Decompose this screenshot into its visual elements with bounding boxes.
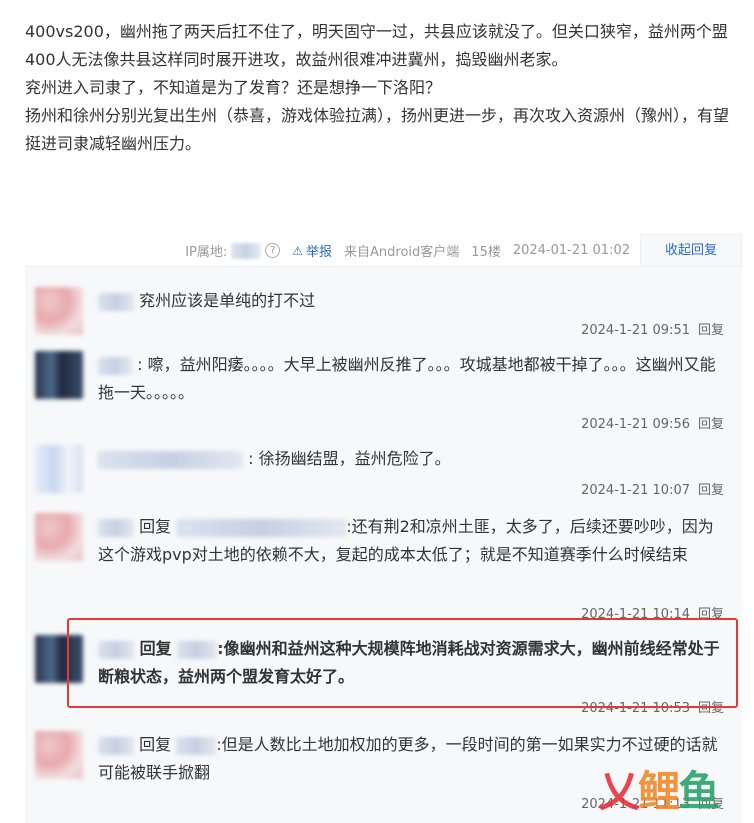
username-redacted[interactable] — [98, 292, 134, 311]
avatar[interactable] — [35, 287, 83, 335]
reply-time: 2024-1-21 10:53 — [581, 701, 690, 716]
reply-item: 兖州应该是单纯的打不过 2024-1-21 09:51 回复 — [25, 287, 742, 342]
username-redacted[interactable] — [98, 450, 243, 469]
reply-footer: 2024-1-21 10:14 回复 — [581, 603, 724, 622]
reply-footer: 2024-1-21 10:07 回复 — [581, 479, 724, 498]
report-link[interactable]: ⚠ 举报 — [292, 241, 333, 261]
reply-button[interactable]: 回复 — [698, 323, 724, 338]
client-source: 来自Android客户端 — [344, 245, 460, 260]
reply-text: : 徐扬幽结盟，益州危险了。 — [98, 445, 724, 473]
reply-button[interactable]: 回复 — [698, 701, 724, 716]
post-meta-bar: IP属地: ? ⚠ 举报 来自Android客户端 15楼 2024-01-21… — [25, 234, 742, 267]
reply-footer: 2024-1-21 09:51 回复 — [581, 319, 724, 338]
reply-to-user-redacted[interactable] — [176, 518, 347, 537]
username-redacted[interactable] — [98, 640, 134, 659]
reply-content: 兖州应该是单纯的打不过 — [139, 291, 316, 310]
watermark-char: 鲤 — [638, 767, 680, 816]
reply-text: 回复 :像幽州和益州这种大规模阵地消耗战对资源需求大，幽州前线经常处于断粮状态，… — [98, 635, 724, 691]
reply-to-user-redacted[interactable] — [177, 640, 218, 659]
avatar[interactable] — [35, 351, 83, 399]
reply-time: 2024-1-21 10:07 — [581, 483, 690, 498]
ip-location-redacted — [231, 242, 262, 259]
reply-item: : 嚓，益州阳痿。。。。大早上被幽州反推了。。。攻城基地都被干掉了。。。这幽州又… — [25, 351, 742, 432]
post-time: 2024-01-21 01:02 — [512, 243, 630, 258]
username-redacted[interactable] — [98, 518, 134, 537]
reply-content: : 徐扬幽结盟，益州危险了。 — [248, 449, 451, 468]
reply-text: 兖州应该是单纯的打不过 — [98, 287, 724, 315]
reply-item: 回复 :还有荆2和凉州土匪，太多了，后续还要吵吵，因为这个游戏pvp对土地的依赖… — [25, 513, 742, 623]
avatar[interactable] — [35, 731, 83, 779]
reply-time: 2024-1-21 10:14 — [581, 607, 690, 622]
collapse-replies-button[interactable]: 收起回复 — [640, 234, 742, 267]
reply-item: 回复 :像幽州和益州这种大规模阵地消耗战对资源需求大，幽州前线经常处于断粮状态，… — [25, 635, 742, 716]
reply-to-label: 回复 — [139, 639, 172, 658]
report-label: 举报 — [306, 245, 333, 260]
avatar[interactable] — [35, 445, 83, 493]
reply-button[interactable]: 回复 — [698, 483, 724, 498]
avatar[interactable] — [35, 635, 83, 683]
watermark-char: 乂 — [598, 767, 640, 816]
warning-icon: ⚠ — [292, 243, 304, 258]
reply-footer: 2024-1-21 10:53 回复 — [581, 697, 724, 716]
post-paragraph: 400vs200，幽州拖了两天后扛不住了，明天固守一过，共县应该就没了。但关口狭… — [25, 22, 728, 69]
reply-panel: 兖州应该是单纯的打不过 2024-1-21 09:51 回复 : 嚓，益州阳痿。。… — [25, 266, 742, 823]
ip-label: IP属地: — [185, 245, 228, 260]
reply-to-label: 回复 — [139, 735, 172, 754]
reply-to-label: 回复 — [139, 517, 172, 536]
username-redacted[interactable] — [98, 736, 134, 755]
help-icon[interactable]: ? — [265, 243, 281, 258]
avatar[interactable] — [35, 513, 83, 561]
floor-number: 15楼 — [471, 245, 501, 260]
reply-content: : 嚓，益州阳痿。。。。大早上被幽州反推了。。。攻城基地都被干掉了。。。这幽州又… — [98, 355, 716, 402]
post-paragraph: 兖州进入司隶了，不知道是为了发育？还是想挣一下洛阳？ — [25, 78, 442, 97]
reply-time: 2024-1-21 09:56 — [581, 417, 690, 432]
reply-text: : 嚓，益州阳痿。。。。大早上被幽州反推了。。。攻城基地都被干掉了。。。这幽州又… — [98, 351, 724, 407]
reply-footer: 2024-1-21 09:56 回复 — [581, 413, 724, 432]
post-content: 400vs200，幽州拖了两天后扛不住了，明天固守一过，共县应该就没了。但关口狭… — [25, 18, 737, 158]
post-meta-row: IP属地: ? ⚠ 举报 来自Android客户端 15楼 2024-01-21… — [185, 241, 630, 260]
watermark-logo: 乂鲤鱼 — [598, 758, 748, 818]
reply-item: : 徐扬幽结盟，益州危险了。 2024-1-21 10:07 回复 — [25, 445, 742, 500]
reply-to-user-redacted[interactable] — [176, 736, 217, 755]
post-paragraph: 扬州和徐州分别光复出生州（恭喜，游戏体验拉满），扬州更进一步，再次攻入资源州（豫… — [25, 106, 730, 153]
reply-time: 2024-1-21 09:51 — [581, 323, 690, 338]
reply-button[interactable]: 回复 — [698, 417, 724, 432]
reply-button[interactable]: 回复 — [698, 607, 724, 622]
username-redacted[interactable] — [98, 356, 132, 375]
reply-text: 回复 :还有荆2和凉州土匪，太多了，后续还要吵吵，因为这个游戏pvp对土地的依赖… — [98, 513, 724, 569]
watermark-char: 鱼 — [678, 767, 720, 816]
